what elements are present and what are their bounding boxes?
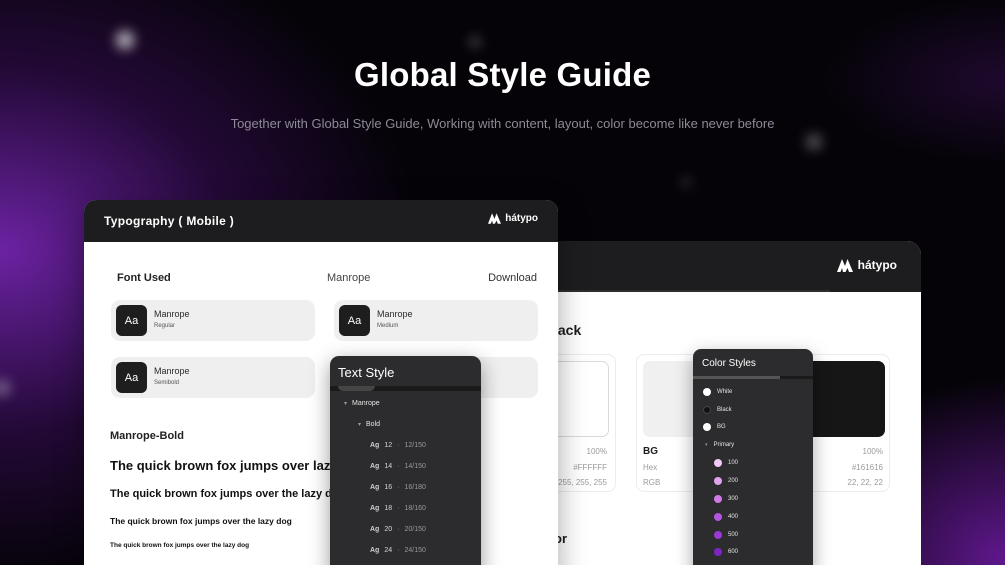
download-link[interactable]: Download (488, 272, 537, 284)
color-dot-icon (703, 388, 711, 396)
text-style-title: Text Style (338, 365, 395, 380)
font-used-label: Font Used (117, 272, 171, 284)
color-style-item[interactable]: 400 (714, 513, 738, 521)
color-dot-icon (714, 477, 722, 485)
font-weight-card[interactable]: Aa Manrope Medium (334, 300, 538, 341)
color-style-item[interactable]: 600 (714, 548, 738, 556)
color-swatch-light (643, 361, 699, 437)
font-preview-glyph: Aa (116, 305, 147, 336)
swatch-rgb: 255, 255, 255 (558, 478, 607, 487)
font-weight-card[interactable]: Aa Manrope Semibold (111, 357, 315, 398)
text-style-panel: Text Style ▾ Manrope ▾ Bold Ag 12 · 12/1… (330, 356, 481, 565)
swatch-percent: 100% (586, 447, 607, 456)
text-style-item[interactable]: Ag 16 · 16/180 (370, 484, 426, 491)
color-styles-title: Color Styles (702, 358, 756, 369)
glow-orb (470, 37, 480, 47)
typography-card-title: Typography ( Mobile ) (104, 214, 235, 228)
caret-down-icon: ▾ (705, 442, 708, 448)
color-style-item[interactable]: 100 (714, 459, 738, 467)
color-group-primary[interactable]: ▾ Primary (705, 442, 734, 448)
caret-down-icon: ▾ (344, 401, 348, 407)
font-weight-card[interactable]: Aa Manrope Regular (111, 300, 315, 341)
text-style-family-row[interactable]: ▾ Manrope (344, 400, 380, 407)
typography-card-header: Typography ( Mobile ) hátypo (84, 200, 558, 242)
color-dot-icon (714, 459, 722, 467)
caret-down-icon: ▾ (358, 422, 362, 428)
color-dot-icon (703, 406, 711, 414)
font-card-weight: Regular (154, 323, 176, 329)
text-style-item[interactable]: Ag 12 · 12/150 (370, 442, 426, 449)
color-dot-icon (703, 423, 711, 431)
panel-scrollbar[interactable] (330, 386, 481, 391)
hero-subtitle: Together with Global Style Guide, Workin… (230, 116, 775, 131)
brand-name: hátypo (505, 213, 538, 224)
swatch-hex-label: Hex (643, 463, 658, 472)
color-dot-icon (714, 513, 722, 521)
brand-mark-icon (488, 213, 502, 224)
color-section-title: lack (554, 322, 582, 338)
swatch-name: BG (643, 446, 658, 457)
color-style-item[interactable]: Black (703, 406, 732, 414)
swatch-rgb: 22, 22, 22 (847, 478, 883, 487)
font-card-name: Manrope (154, 366, 190, 376)
text-style-item[interactable]: Ag 24 · 24/150 (370, 547, 426, 554)
brand-logo: hátypo (836, 258, 897, 272)
brand-mark-icon (836, 258, 853, 272)
color-styles-panel: Color Styles White Black BG ▾ Primary 10… (693, 349, 813, 565)
font-card-weight: Semibold (154, 380, 180, 386)
swatch-hex: #161616 (851, 463, 883, 472)
hero-title: Global Style Guide (354, 56, 651, 93)
panel-scrollbar[interactable] (693, 376, 813, 379)
font-name: Manrope (327, 272, 371, 284)
color-style-item[interactable]: 300 (714, 495, 738, 503)
color-dot-icon (714, 531, 722, 539)
text-style-item[interactable]: Ag 20 · 20/150 (370, 526, 426, 533)
color-style-item[interactable]: White (703, 388, 732, 396)
brand-logo: hátypo (488, 213, 538, 224)
glow-orb (806, 134, 822, 150)
color-dot-icon (714, 495, 722, 503)
font-card-name: Manrope (154, 309, 190, 319)
type-sample: The quick brown fox jumps over the lazy … (110, 488, 346, 500)
swatch-rgb-label: RGB (643, 478, 661, 487)
color-dot-icon (714, 548, 722, 556)
font-family-heading: Manrope-Bold (110, 430, 184, 442)
color-style-item[interactable]: 500 (714, 531, 738, 539)
brand-name: hátypo (857, 258, 897, 272)
type-sample: The quick brown fox jumps over the lazy … (110, 542, 250, 549)
swatch-hex: #FFFFFF (573, 463, 607, 472)
text-style-item[interactable]: Ag 14 · 14/150 (370, 463, 426, 470)
font-preview-glyph: Aa (116, 362, 147, 393)
font-card-name: Manrope (377, 309, 413, 319)
color-style-item[interactable]: 200 (714, 477, 738, 485)
typography-card: Typography ( Mobile ) hátypo Font Used M… (84, 200, 558, 565)
text-style-group-row[interactable]: ▾ Bold (358, 421, 380, 428)
glow-orb (682, 178, 690, 186)
font-preview-glyph: Aa (339, 305, 370, 336)
color-style-item[interactable]: BG (703, 423, 726, 431)
glow-orb (116, 31, 134, 49)
font-card-weight: Medium (377, 323, 399, 329)
type-sample: The quick brown fox jumps over the lazy … (110, 516, 292, 526)
text-style-item[interactable]: Ag 18 · 18/160 (370, 505, 426, 512)
color-swatch-bg (813, 361, 885, 437)
type-sample: The quick brown fox jumps over lazy dog (110, 458, 365, 473)
swatch-percent: 100% (862, 447, 883, 456)
